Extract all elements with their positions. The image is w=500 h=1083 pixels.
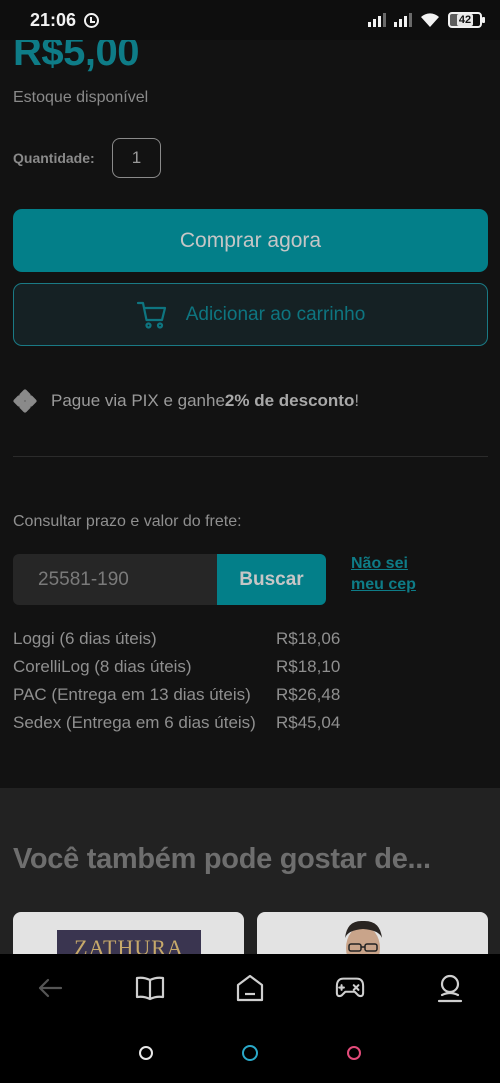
shipping-option: PAC (Entrega em 13 dias úteis) R$26,48 [13, 681, 340, 709]
shipping-option: Sedex (Entrega em 6 dias úteis) R$45,04 [13, 709, 340, 737]
battery-level: 42 [456, 14, 474, 26]
pix-text-before: Pague via PIX e ganhe [51, 391, 225, 410]
status-time: 21:06 [30, 9, 77, 30]
back-arrow-icon[interactable] [35, 972, 65, 1004]
stock-status: Estoque disponível [13, 89, 149, 106]
shipping-option: Loggi (6 dias úteis) R$18,06 [13, 625, 340, 653]
buy-now-button[interactable]: Comprar agora [13, 209, 488, 272]
system-home-button[interactable] [139, 1046, 153, 1060]
home-icon[interactable] [235, 972, 265, 1004]
shipping-option-name: CorelliLog (8 dias úteis) [13, 657, 192, 676]
book-icon[interactable] [135, 972, 165, 1004]
shipping-option-name: PAC (Entrega em 13 dias úteis) [13, 685, 251, 704]
shipping-option-price: R$26,48 [276, 685, 341, 704]
system-assistant-button[interactable] [242, 1045, 258, 1061]
bottom-navigation [0, 954, 500, 1083]
system-recents-button[interactable] [347, 1046, 361, 1060]
battery-icon: 42 [448, 12, 485, 28]
recommendations-section: Você também pode gostar de... ZATHURA [0, 788, 500, 972]
divider [13, 456, 488, 457]
cart-icon [136, 301, 166, 329]
status-bar: 21:06 42 [0, 0, 500, 40]
shipping-option-name: Sedex (Entrega em 6 dias úteis) [13, 713, 256, 732]
shipping-options: Loggi (6 dias úteis) R$18,06 CorelliLog … [13, 625, 340, 737]
alarm-icon [84, 12, 100, 28]
recommendations-title: Você também pode gostar de... [13, 843, 431, 875]
quantity-input[interactable]: 1 [112, 138, 161, 178]
shipping-title: Consultar prazo e valor do frete: [13, 513, 242, 530]
shipping-option-price: R$45,04 [276, 713, 341, 732]
pix-discount: 2% de desconto [224, 391, 355, 410]
dont-know-cep-link[interactable]: Não sei meu cep [351, 553, 431, 595]
shipping-option-price: R$18,10 [276, 657, 341, 676]
signal-icon-2 [394, 13, 412, 27]
pix-discount-info: Pague via PIX e ganhe 2% de desconto! [13, 389, 359, 413]
profile-icon[interactable] [435, 972, 465, 1004]
shipping-option-name: Loggi (6 dias úteis) [13, 629, 157, 648]
gamepad-icon[interactable] [335, 972, 365, 1004]
pix-icon [13, 389, 37, 413]
wifi-icon [421, 13, 439, 27]
search-shipping-button[interactable]: Buscar [217, 554, 326, 605]
add-to-cart-label: Adicionar ao carrinho [185, 303, 366, 325]
shipping-option: CorelliLog (8 dias úteis) R$18,10 [13, 653, 340, 681]
quantity-label: Quantidade: [13, 150, 95, 166]
pix-text-after: ! [354, 391, 360, 410]
add-to-cart-button[interactable]: Adicionar ao carrinho [13, 283, 488, 346]
shipping-option-price: R$18,06 [276, 629, 341, 648]
signal-icon [368, 13, 386, 27]
cep-input[interactable] [13, 554, 217, 605]
